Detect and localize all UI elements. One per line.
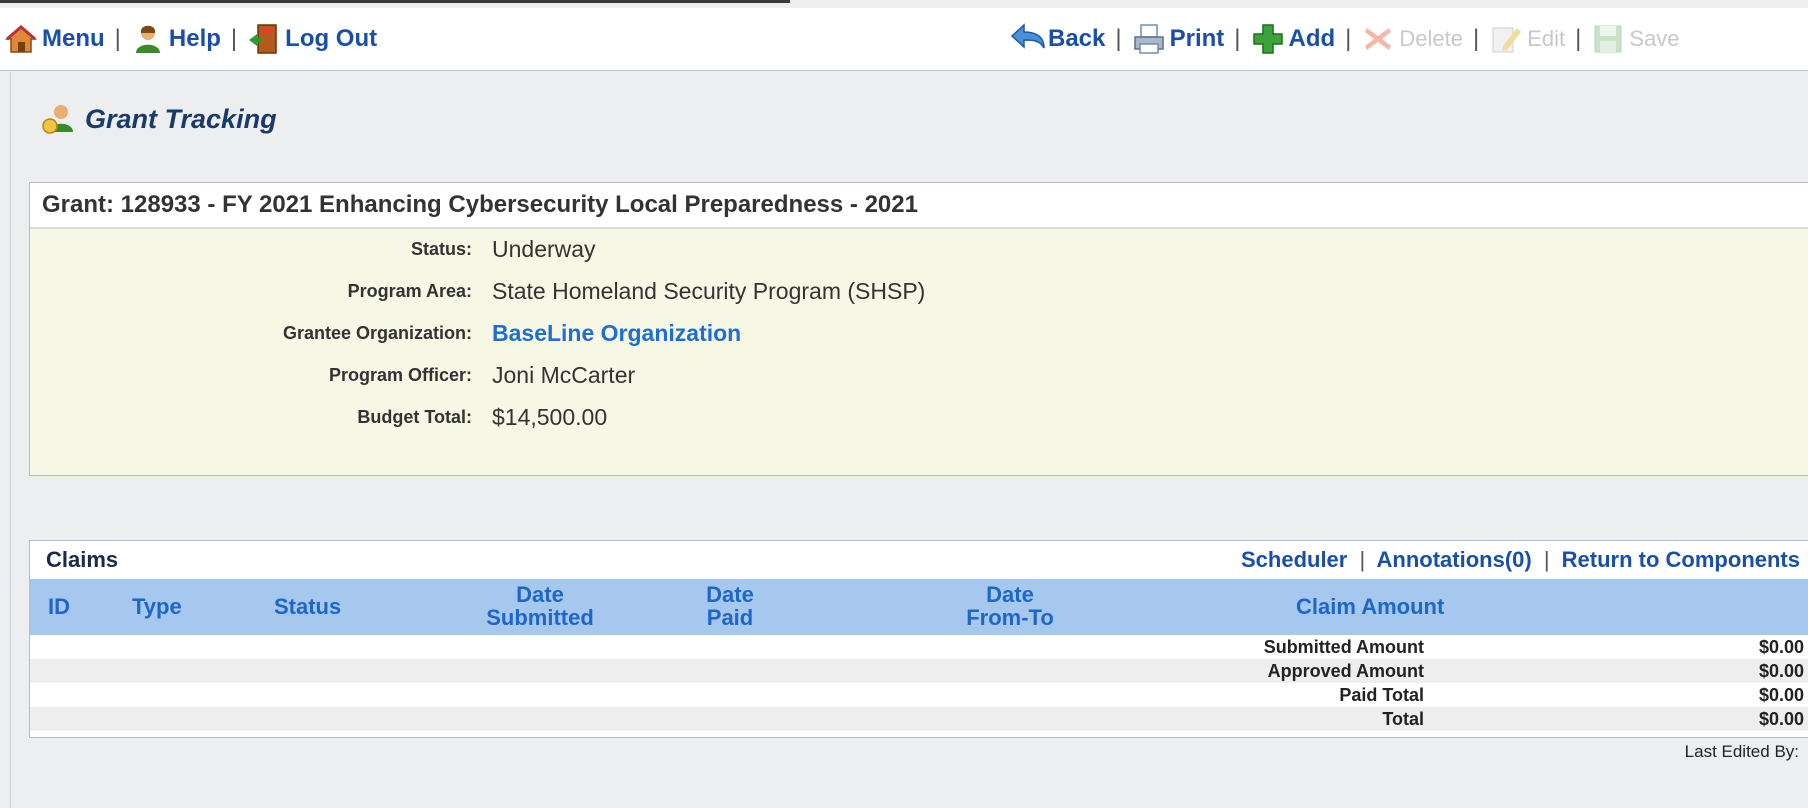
field-label: Grantee Organization: <box>282 322 472 343</box>
col-id[interactable]: ID <box>48 595 70 618</box>
nav-separator: | <box>1575 25 1582 52</box>
page-title: Grant Tracking <box>41 102 277 136</box>
col-date-paid-line2: Paid <box>706 605 754 630</box>
top-toolbar: Menu | Help | Log Out Back | Print | Add… <box>0 8 1808 71</box>
field-value: Joni McCarter <box>492 361 636 388</box>
page-title-text: Grant Tracking <box>85 103 277 134</box>
field-value: State Homeland Security Program (SHSP) <box>492 277 926 304</box>
edit-label: Edit <box>1527 26 1566 51</box>
home-icon <box>4 22 38 56</box>
content-area: Grant Tracking Grant: 128933 - FY 2021 E… <box>10 72 1808 808</box>
col-date-submitted[interactable]: Date Submitted <box>480 583 600 629</box>
summary-label: Total <box>1382 709 1424 729</box>
grant-tracking-icon <box>41 102 75 136</box>
field-value: $14,500.00 <box>492 403 608 430</box>
grant-header: Grant: 128933 - FY 2021 Enhancing Cybers… <box>30 183 1808 229</box>
add-label: Add <box>1288 25 1336 52</box>
grantee-organization-link[interactable]: BaseLine Organization <box>492 320 741 347</box>
logout-link[interactable]: Log Out <box>247 22 377 56</box>
nav-separator: | <box>1234 25 1241 52</box>
summary-value: $0.00 <box>1758 637 1804 657</box>
save-label: Save <box>1629 26 1680 51</box>
claims-column-headers: ID Type Status Date Submitted Date Paid … <box>30 579 1808 635</box>
nav-separator: | <box>1115 25 1122 52</box>
last-edited-by: Last Edited By: <box>1684 742 1799 761</box>
field-grantee-organization: Grantee Organization: BaseLine Organizat… <box>30 313 1808 353</box>
field-budget-total: Budget Total: $14,500.00 <box>30 397 1808 437</box>
return-to-components-link[interactable]: Return to Components <box>1562 547 1800 572</box>
field-value: Underway <box>492 235 596 262</box>
edit-pencil-icon <box>1489 22 1523 56</box>
top-divider-line <box>0 0 790 3</box>
col-date-paid[interactable]: Date Paid <box>690 583 770 629</box>
menu-label: Menu <box>42 25 105 52</box>
summary-label: Approved Amount <box>1267 661 1424 681</box>
grant-details-panel: Grant: 128933 - FY 2021 Enhancing Cybers… <box>29 182 1808 476</box>
summary-value: $0.00 <box>1758 661 1804 681</box>
col-date-from-to-line1: Date <box>986 582 1034 607</box>
field-status: Status: Underway <box>30 229 1808 269</box>
nav-separator: | <box>1473 25 1480 52</box>
door-exit-icon <box>247 22 281 56</box>
printer-icon <box>1132 22 1166 56</box>
save-disk-icon <box>1591 22 1625 56</box>
claims-title: Claims <box>46 547 119 572</box>
back-button[interactable]: Back <box>1010 22 1105 56</box>
summary-label: Paid Total <box>1339 685 1424 705</box>
plus-icon <box>1251 22 1285 56</box>
summary-label: Submitted Amount <box>1263 637 1424 657</box>
field-label: Program Officer: <box>328 364 472 385</box>
back-arrow-icon <box>1010 22 1045 56</box>
edit-button[interactable]: Edit <box>1489 22 1565 56</box>
claims-links: Scheduler | Annotations(0) | Return to C… <box>1241 547 1800 573</box>
field-program-officer: Program Officer: Joni McCarter <box>30 355 1808 395</box>
col-date-from-to-line2: From-To <box>966 605 1054 630</box>
col-type[interactable]: Type <box>132 595 182 618</box>
summary-value: $0.00 <box>1758 709 1804 729</box>
main-nav: Menu | Help | Log Out <box>4 22 377 56</box>
help-person-icon <box>131 22 165 56</box>
link-separator: | <box>1359 547 1366 572</box>
summary-row: Paid Total $0.00 <box>30 683 1808 707</box>
logout-label: Log Out <box>285 25 378 52</box>
action-toolbar: Back | Print | Add | Delete | Edit | Sav… <box>1010 22 1680 56</box>
summary-row: Total $0.00 <box>30 707 1808 731</box>
nav-separator: | <box>1345 25 1352 52</box>
col-claim-amount[interactable]: Claim Amount <box>1296 595 1444 618</box>
field-program-area: Program Area: State Homeland Security Pr… <box>30 271 1808 311</box>
delete-button[interactable]: Delete <box>1361 22 1463 56</box>
col-date-submitted-line1: Date <box>516 582 564 607</box>
nav-separator: | <box>230 25 238 52</box>
col-date-from-to[interactable]: Date From-To <box>960 583 1060 629</box>
help-label: Help <box>168 25 221 52</box>
add-button[interactable]: Add <box>1251 22 1336 56</box>
delete-label: Delete <box>1399 26 1463 51</box>
claims-panel: Claims Scheduler | Annotations(0) | Retu… <box>29 540 1808 738</box>
annotations-link[interactable]: Annotations(0) <box>1377 547 1532 572</box>
link-separator: | <box>1543 547 1550 572</box>
delete-x-icon <box>1361 22 1395 56</box>
save-button[interactable]: Save <box>1591 22 1680 56</box>
field-label: Status: <box>410 238 472 259</box>
help-link[interactable]: Help <box>131 22 221 56</box>
field-label: Budget Total: <box>357 406 472 427</box>
print-label: Print <box>1169 25 1225 52</box>
nav-separator: | <box>114 25 121 52</box>
field-label: Program Area: <box>347 280 472 301</box>
summary-row: Submitted Amount $0.00 <box>30 635 1808 659</box>
col-status[interactable]: Status <box>274 595 341 618</box>
back-label: Back <box>1048 25 1106 52</box>
print-button[interactable]: Print <box>1132 22 1225 56</box>
menu-link[interactable]: Menu <box>4 22 105 56</box>
col-date-paid-line1: Date <box>706 582 754 607</box>
scheduler-link[interactable]: Scheduler <box>1241 547 1347 572</box>
col-date-submitted-line2: Submitted <box>486 605 594 630</box>
summary-row: Approved Amount $0.00 <box>30 659 1808 683</box>
claims-header: Claims Scheduler | Annotations(0) | Retu… <box>30 541 1808 579</box>
summary-value: $0.00 <box>1758 685 1804 705</box>
